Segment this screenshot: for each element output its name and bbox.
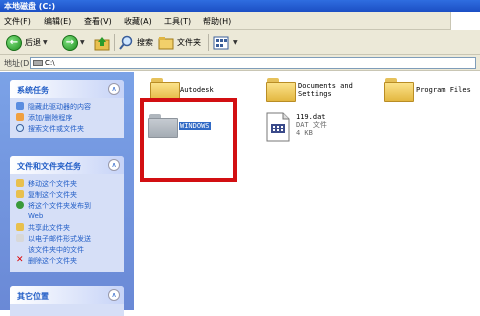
panel-title: 其它位置 [17, 292, 49, 301]
task-label: 隐藏此驱动器的内容 [28, 103, 91, 111]
folders-button[interactable]: 文件夹 [158, 33, 201, 52]
delete-icon: ✕ [16, 255, 24, 265]
folder-icon [266, 78, 296, 102]
task-label: 添加/删除程序 [28, 114, 73, 122]
views-button[interactable]: ▼ [213, 33, 238, 52]
panel-header[interactable]: 系统任务 ∧ [10, 80, 124, 98]
back-button[interactable]: ← 后退 ▼ [6, 33, 48, 52]
task-label: 以电子邮件形式发送 [28, 235, 91, 243]
search-icon [16, 124, 24, 132]
task-label: 搜索文件或文件夹 [28, 125, 84, 133]
folder-icon [384, 78, 414, 102]
search-label: 搜索 [137, 38, 153, 47]
item-label: 119.dat [296, 113, 326, 121]
task-label: 移动这个文件夹 [28, 180, 77, 188]
back-label: 后退 [25, 38, 41, 47]
menu-view[interactable]: 查看(V) [84, 16, 112, 27]
task-label: 该文件夹中的文件 [28, 246, 84, 254]
chevron-down-icon: ▼ [80, 39, 85, 46]
menu-file[interactable]: 文件(F) [4, 16, 31, 27]
programs-icon [16, 113, 24, 121]
menu-favorites[interactable]: 收藏(A) [124, 16, 152, 27]
chevron-down-icon: ▼ [43, 39, 48, 46]
menu-help[interactable]: 帮助(H) [203, 16, 231, 27]
panel-header[interactable]: 文件和文件夹任务 ∧ [10, 156, 124, 174]
task-search[interactable]: 搜索文件或文件夹 [10, 123, 124, 134]
collapse-icon[interactable]: ∧ [108, 83, 120, 95]
drive-icon [16, 102, 24, 110]
task-email-files[interactable]: 以电子邮件形式发送 [10, 233, 124, 244]
dat-file-icon [266, 112, 290, 142]
search-button[interactable]: 搜索 [118, 33, 153, 52]
move-icon [16, 179, 24, 187]
folders-icon [158, 36, 174, 49]
up-folder-button[interactable] [94, 33, 110, 52]
drive-icon [33, 60, 43, 66]
collapse-icon[interactable]: ∧ [108, 289, 120, 301]
item-label: Documents and Settings [298, 82, 353, 98]
task-label: 共享此文件夹 [28, 224, 70, 232]
task-pane: 系统任务 ∧ 隐藏此驱动器的内容 添加/删除程序 搜索文件或文件夹 文件和文件夹… [0, 72, 134, 316]
task-publish-folder[interactable]: 将这个文件夹发布到 [10, 200, 124, 211]
forward-button[interactable]: → ▼ [62, 33, 85, 52]
chevron-down-icon: ▼ [233, 39, 238, 46]
item-size: 4 KB [296, 129, 313, 137]
task-copy-folder[interactable]: 复制这个文件夹 [10, 189, 124, 200]
address-bar: 地址(D) C:\ [0, 55, 480, 71]
address-input[interactable]: C:\ [30, 57, 476, 69]
panel-title: 文件和文件夹任务 [17, 162, 81, 171]
highlight-box [140, 98, 237, 182]
menu-tools[interactable]: 工具(T) [164, 16, 191, 27]
task-label: Web [28, 212, 44, 220]
title-bar: 本地磁盘 (C:) [0, 0, 480, 12]
panel-title: 系统任务 [17, 86, 49, 95]
window-title: 本地磁盘 (C:) [4, 2, 56, 11]
collapse-icon[interactable]: ∧ [108, 159, 120, 171]
item-type: DAT 文件 [296, 121, 327, 129]
file-folder-tasks-panel: 文件和文件夹任务 ∧ 移动这个文件夹 复制这个文件夹 将这个文件夹发布到 Web… [10, 156, 124, 272]
email-icon [16, 234, 24, 242]
up-folder-icon [94, 36, 110, 50]
task-label: 复制这个文件夹 [28, 191, 77, 199]
forward-arrow-icon: → [62, 34, 78, 51]
task-hide-drive[interactable]: 隐藏此驱动器的内容 [10, 101, 124, 112]
panel-header[interactable]: 其它位置 ∧ [10, 286, 124, 304]
system-tasks-panel: 系统任务 ∧ 隐藏此驱动器的内容 添加/删除程序 搜索文件或文件夹 [10, 80, 124, 138]
item-label: Autodesk [180, 86, 214, 94]
menu-edit[interactable]: 编辑(E) [44, 16, 71, 27]
windows-logo-icon [450, 12, 480, 30]
task-share-folder[interactable]: 共享此文件夹 [10, 222, 124, 233]
task-add-remove-programs[interactable]: 添加/删除程序 [10, 112, 124, 123]
toolbar: ← 后退 ▼ → ▼ 搜索 文件夹 ▼ [0, 30, 480, 55]
back-arrow-icon: ← [6, 34, 22, 51]
task-email-files-cont[interactable]: 该文件夹中的文件 [10, 244, 124, 255]
address-value: C:\ [45, 59, 55, 67]
task-label: 删除这个文件夹 [28, 257, 77, 265]
task-publish-folder-cont[interactable]: Web [10, 211, 124, 222]
views-icon [213, 36, 229, 49]
task-delete-folder[interactable]: ✕ 删除这个文件夹 [10, 255, 124, 266]
task-label: 将这个文件夹发布到 [28, 202, 91, 210]
copy-icon [16, 190, 24, 198]
item-label: Program Files [416, 86, 471, 94]
task-move-folder[interactable]: 移动这个文件夹 [10, 178, 124, 189]
globe-icon [16, 201, 24, 209]
folders-label: 文件夹 [177, 38, 201, 47]
share-icon [16, 223, 24, 231]
menu-bar: 文件(F) 编辑(E) 查看(V) 收藏(A) 工具(T) 帮助(H) [0, 12, 480, 30]
search-icon [119, 35, 133, 50]
other-places-panel: 其它位置 ∧ [10, 286, 124, 316]
address-label: 地址(D) [4, 59, 33, 68]
